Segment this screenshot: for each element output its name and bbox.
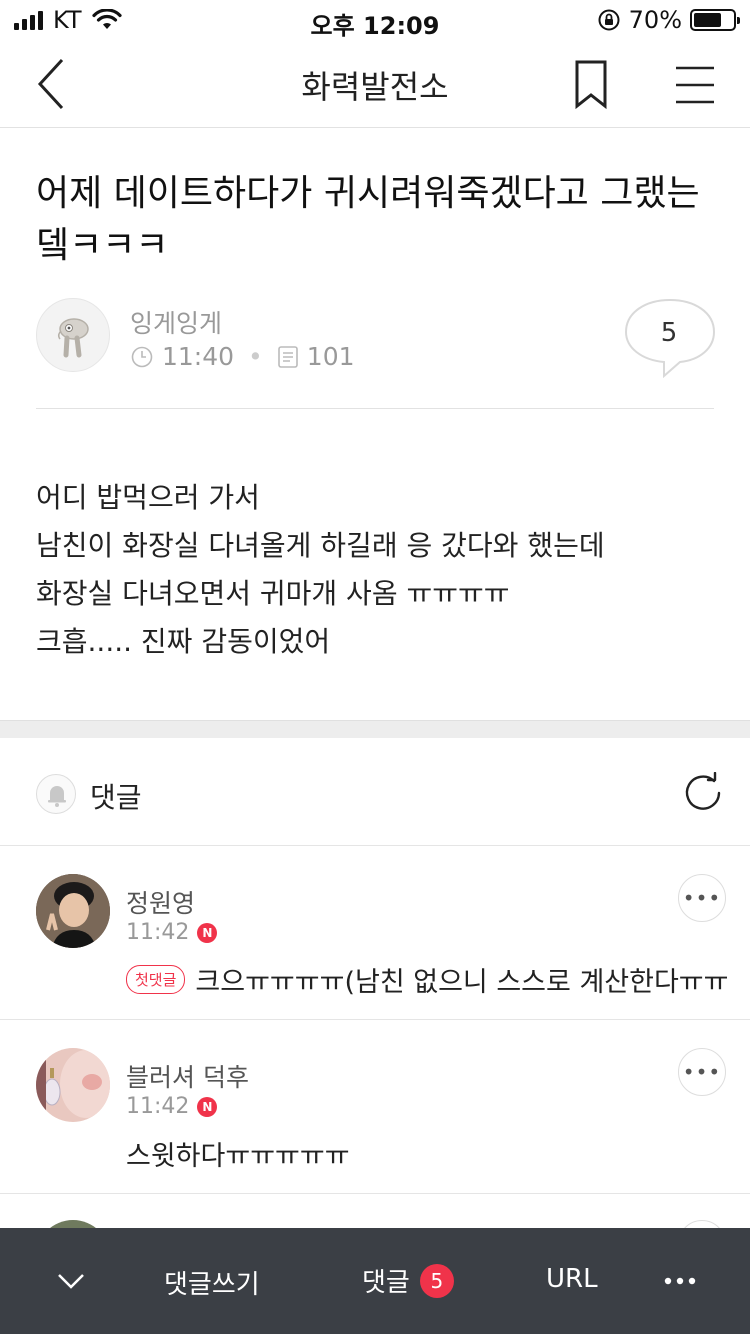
new-badge: N bbox=[197, 922, 218, 943]
more-dots-icon[interactable] bbox=[664, 1272, 696, 1290]
commenter-avatar[interactable] bbox=[36, 874, 110, 948]
new-badge: N bbox=[197, 1096, 218, 1117]
comments-header: 댓글 bbox=[0, 738, 750, 846]
clock-icon bbox=[131, 346, 153, 367]
divider bbox=[36, 408, 714, 409]
hamburger-menu-icon[interactable] bbox=[670, 60, 720, 110]
post-body: 어디 밥먹으러 가서 남친이 화장실 다녀올게 하길래 응 갔다와 했는데 화장… bbox=[36, 474, 726, 666]
comment-time: 11:42 bbox=[126, 920, 190, 945]
character-avatar-icon bbox=[57, 318, 89, 358]
battery-percent: 70% bbox=[628, 6, 682, 34]
more-dots-icon: ••• bbox=[682, 886, 722, 910]
view-count: 101 bbox=[306, 342, 355, 371]
comment-text-row: 첫댓글 크으ㅠㅠㅠㅠ(남친 없으니 스스로 계산한다ㅠㅠ bbox=[126, 960, 729, 999]
refresh-icon[interactable] bbox=[682, 772, 724, 814]
nav-bar: 화력발전소 bbox=[0, 40, 750, 128]
status-bar: KT 오후 12:09 70% bbox=[0, 0, 750, 40]
commenter-avatar[interactable] bbox=[36, 1048, 110, 1122]
body-line: 크흡..... 진짜 감동이었어 bbox=[36, 625, 331, 658]
meta-separator: • bbox=[248, 342, 263, 371]
battery-icon bbox=[690, 9, 740, 31]
comments-button[interactable]: 댓글 5 bbox=[362, 1262, 454, 1299]
user-photo-icon bbox=[36, 1048, 110, 1122]
commenter-name[interactable]: 정원영 bbox=[126, 884, 195, 920]
comment-meta: 11:42 N bbox=[126, 920, 218, 945]
document-icon bbox=[277, 345, 298, 368]
page-title: 화력발전소 bbox=[301, 68, 449, 106]
post-time: 11:40 bbox=[162, 342, 235, 371]
user-photo-icon bbox=[36, 874, 110, 948]
commenter-name[interactable]: 블러셔 덕후 bbox=[126, 1058, 249, 1094]
bell-icon bbox=[48, 786, 66, 807]
rotation-lock-icon bbox=[598, 9, 620, 31]
first-comment-badge: 첫댓글 bbox=[126, 965, 186, 994]
section-divider bbox=[0, 720, 750, 738]
comment-time: 11:42 bbox=[126, 1094, 190, 1119]
comment-text-row: 스윗하다ㅠㅠㅠㅠㅠ bbox=[126, 1134, 350, 1173]
bookmark-icon[interactable] bbox=[568, 58, 614, 112]
comments-button-label: 댓글 bbox=[362, 1268, 410, 1298]
author-name[interactable]: 잉게잉게 bbox=[130, 304, 222, 340]
comment-item: 블러셔 덕후 11:42 N ••• 스윗하다ㅠㅠㅠㅠㅠ bbox=[0, 1020, 750, 1194]
comments-count-badge: 5 bbox=[419, 1263, 454, 1298]
comment-count-badge[interactable]: 5 bbox=[624, 318, 714, 348]
notification-toggle[interactable] bbox=[36, 774, 76, 814]
post-meta: 11:40 • 101 bbox=[130, 342, 355, 371]
body-line: 화장실 다녀오면서 귀마개 사옴 ㅠㅠㅠㅠ bbox=[36, 577, 510, 610]
comment-meta: 11:42 N bbox=[126, 1094, 218, 1119]
post-title: 어제 데이트하다가 귀시려워죽겠다고 그랬는뎈ㅋㅋㅋ bbox=[36, 173, 700, 266]
author-avatar[interactable] bbox=[36, 298, 110, 372]
comments-title: 댓글 bbox=[90, 781, 142, 814]
body-line: 어디 밥먹으러 가서 bbox=[36, 481, 260, 514]
comment-item: 정원영 11:42 N ••• 첫댓글 크으ㅠㅠㅠㅠ(남친 없으니 스스로 계산… bbox=[0, 846, 750, 1020]
body-line: 남친이 화장실 다녀올게 하길래 응 갔다와 했는데 bbox=[36, 529, 605, 562]
comment-more-button[interactable]: ••• bbox=[678, 874, 726, 922]
more-dots-icon: ••• bbox=[682, 1060, 722, 1084]
url-button[interactable]: URL bbox=[546, 1264, 598, 1294]
comment-text: 크으ㅠㅠㅠㅠ(남친 없으니 스스로 계산한다ㅠㅠ bbox=[195, 967, 729, 998]
status-right: 70% bbox=[597, 6, 740, 34]
comment-more-button[interactable]: ••• bbox=[678, 1048, 726, 1096]
chevron-down-icon[interactable] bbox=[56, 1270, 86, 1292]
bottom-toolbar: 댓글쓰기 댓글 5 URL bbox=[0, 1228, 750, 1334]
write-comment-button[interactable]: 댓글쓰기 bbox=[164, 1264, 260, 1301]
comment-text: 스윗하다ㅠㅠㅠㅠㅠ bbox=[126, 1141, 350, 1172]
